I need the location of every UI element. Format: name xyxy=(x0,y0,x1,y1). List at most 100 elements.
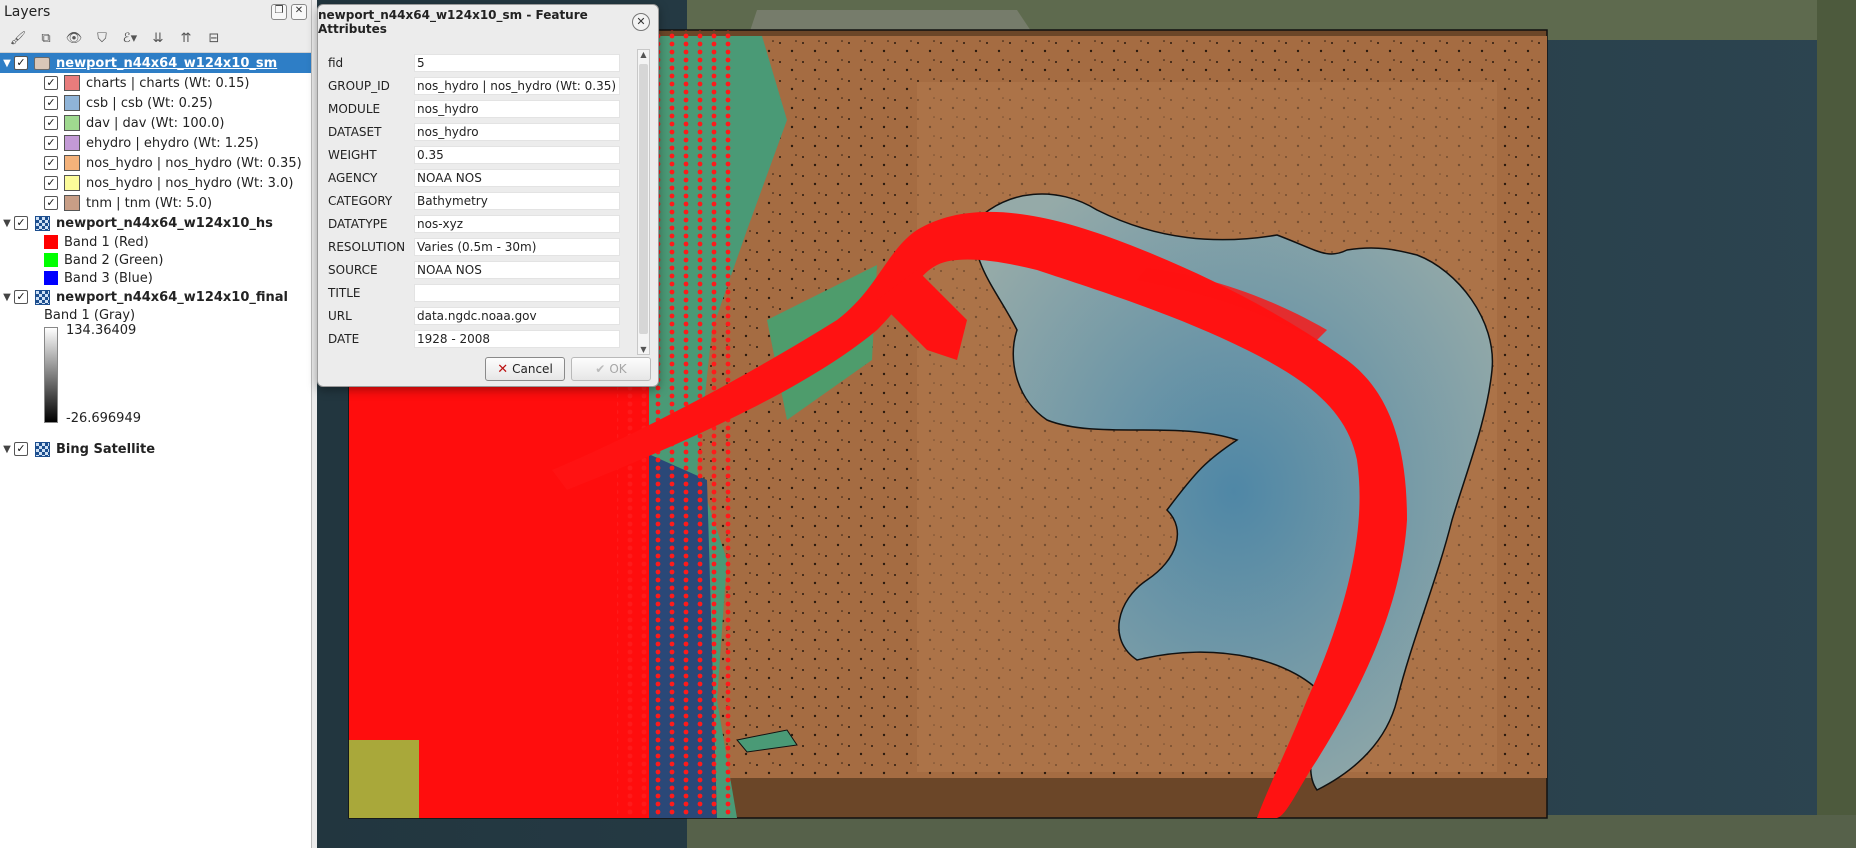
attribute-value-field[interactable]: nos_hydro | nos_hydro (Wt: 0.35) xyxy=(414,76,620,95)
attribute-value-field[interactable]: 0.35 xyxy=(414,145,620,164)
legend-item-checkbox[interactable]: ✓ xyxy=(44,196,58,210)
layer-name: Bing Satellite xyxy=(56,441,156,457)
attribute-row: DATASET nos_hydro xyxy=(328,120,628,143)
legend-item[interactable]: ✓ dav | dav (Wt: 100.0) xyxy=(0,113,311,133)
attribute-row: CATEGORY Bathymetry xyxy=(328,189,628,212)
attribute-key: URL xyxy=(328,308,352,323)
scroll-down-icon[interactable]: ▼ xyxy=(638,345,649,354)
collapse-arrow-icon[interactable]: ▼ xyxy=(0,444,14,455)
band-label: Band 2 (Green) xyxy=(64,252,164,268)
band-label: Band 3 (Blue) xyxy=(64,270,153,286)
legend-item-checkbox[interactable]: ✓ xyxy=(44,96,58,110)
collapse-arrow-icon[interactable]: ▼ xyxy=(0,292,14,303)
legend-item-checkbox[interactable]: ✓ xyxy=(44,76,58,90)
legend-item-label: charts | charts (Wt: 0.15) xyxy=(86,75,250,91)
legend-item[interactable]: ✓ nos_hydro | nos_hydro (Wt: 3.0) xyxy=(0,173,311,193)
dialog-title-bar[interactable]: newport_n44x64_w124x10_sm - Feature Attr… xyxy=(318,5,658,39)
legend-item[interactable]: ✓ csb | csb (Wt: 0.25) xyxy=(0,93,311,113)
attribute-value-field[interactable]: 1928 - 2008 xyxy=(414,329,620,348)
layers-panel: Layers ❐ ✕ 🖌 ⧉ 👁 ⛉ ℰ▾ ⇊ ⇈ ⊟ ▼ ✓ newport_… xyxy=(0,0,312,848)
legend-item-checkbox[interactable]: ✓ xyxy=(44,136,58,150)
layer-row-sm[interactable]: ▼ ✓ newport_n44x64_w124x10_sm xyxy=(0,53,311,73)
legend-swatch xyxy=(64,155,80,171)
attribute-value-field[interactable]: nos_hydro xyxy=(414,122,620,141)
satellite-land-bottom xyxy=(687,815,1856,848)
layer-visibility-checkbox[interactable]: ✓ xyxy=(14,216,28,230)
legend-item[interactable]: ✓ tnm | tnm (Wt: 5.0) xyxy=(0,193,311,213)
layer-row-hs[interactable]: ▼ ✓ newport_n44x64_w124x10_hs xyxy=(0,213,311,233)
add-group-icon[interactable]: ⧉ xyxy=(36,28,56,48)
legend-swatch xyxy=(64,75,80,91)
style-brush-icon[interactable]: 🖌 xyxy=(8,28,28,48)
legend-item-label: csb | csb (Wt: 0.25) xyxy=(86,95,213,111)
legend-item-label: tnm | tnm (Wt: 5.0) xyxy=(86,195,213,211)
collapse-arrow-icon[interactable]: ▼ xyxy=(0,58,14,69)
close-panel-icon[interactable]: ✕ xyxy=(291,4,307,20)
band-swatch xyxy=(44,271,58,285)
layer-visibility-checkbox[interactable]: ✓ xyxy=(14,442,28,456)
legend-item-label: dav | dav (Wt: 100.0) xyxy=(86,115,225,131)
attribute-value-field[interactable] xyxy=(414,283,620,302)
attribute-key: AGENCY xyxy=(328,170,378,185)
gray-legend: 134.36409 -26.696949 xyxy=(0,323,311,439)
attribute-row: RESOLUTION Varies (0.5m - 30m) xyxy=(328,235,628,258)
feature-attributes-dialog: newport_n44x64_w124x10_sm - Feature Attr… xyxy=(317,4,659,387)
attribute-value-field[interactable]: NOAA NOS xyxy=(414,260,620,279)
filter-icon[interactable]: ⛉ xyxy=(92,28,112,48)
attribute-key: DATATYPE xyxy=(328,216,388,231)
filter-expression-icon[interactable]: ℰ▾ xyxy=(120,28,140,48)
attribute-row: MODULE nos_hydro xyxy=(328,97,628,120)
layer-row-bing[interactable]: ▼ ✓ Bing Satellite xyxy=(0,439,311,459)
layer-visibility-checkbox[interactable]: ✓ xyxy=(14,56,28,70)
attribute-value-field[interactable]: Bathymetry xyxy=(414,191,620,210)
attribute-value-field[interactable]: nos-xyz xyxy=(414,214,620,233)
cancel-button[interactable]: ✕ Cancel xyxy=(485,357,565,381)
layers-panel-title: Layers xyxy=(4,4,51,20)
dialog-scrollbar[interactable]: ▲ ▼ xyxy=(637,49,650,355)
collapse-arrow-icon[interactable]: ▼ xyxy=(0,218,14,229)
legend-item-checkbox[interactable]: ✓ xyxy=(44,156,58,170)
undock-icon[interactable]: ❐ xyxy=(271,4,287,20)
satellite-land-right xyxy=(1817,0,1856,848)
scroll-up-icon[interactable]: ▲ xyxy=(638,50,649,59)
ok-check-icon: ✔ xyxy=(595,362,606,376)
remove-layer-icon[interactable]: ⊟ xyxy=(204,28,224,48)
layer-visibility-checkbox[interactable]: ✓ xyxy=(14,290,28,304)
collapse-all-icon[interactable]: ⇈ xyxy=(176,28,196,48)
legend-swatch xyxy=(64,115,80,131)
attribute-key: CATEGORY xyxy=(328,193,393,208)
attribute-key: MODULE xyxy=(328,101,381,116)
layers-toolbar: 🖌 ⧉ 👁 ⛉ ℰ▾ ⇊ ⇈ ⊟ xyxy=(0,24,311,53)
legend-item[interactable]: ✓ charts | charts (Wt: 0.15) xyxy=(0,73,311,93)
band-gray-label: Band 1 (Gray) xyxy=(44,307,136,323)
legend-item-checkbox[interactable]: ✓ xyxy=(44,176,58,190)
ok-button[interactable]: ✔ OK xyxy=(571,357,651,381)
legend-item[interactable]: ✓ ehydro | ehydro (Wt: 1.25) xyxy=(0,133,311,153)
scrollbar-thumb[interactable] xyxy=(639,64,648,334)
legend-item-checkbox[interactable]: ✓ xyxy=(44,116,58,130)
attribute-key: fid xyxy=(328,55,344,70)
gray-color-ramp xyxy=(44,327,58,423)
expand-all-icon[interactable]: ⇊ xyxy=(148,28,168,48)
band-label: Band 1 (Red) xyxy=(64,234,149,250)
attribute-row: AGENCY NOAA NOS xyxy=(328,166,628,189)
attribute-row: TITLE xyxy=(328,281,628,304)
attribute-row: GROUP_ID nos_hydro | nos_hydro (Wt: 0.35) xyxy=(328,74,628,97)
layer-row-final[interactable]: ▼ ✓ newport_n44x64_w124x10_final xyxy=(0,287,311,307)
legend-item-label: nos_hydro | nos_hydro (Wt: 0.35) xyxy=(86,155,302,171)
attribute-value-field[interactable]: data.ngdc.noaa.gov xyxy=(414,306,620,325)
attribute-value-field[interactable]: NOAA NOS xyxy=(414,168,620,187)
attribute-value-field[interactable]: Varies (0.5m - 30m) xyxy=(414,237,620,256)
raster-layer-icon xyxy=(34,441,50,457)
attribute-key: WEIGHT xyxy=(328,147,377,162)
legend-item[interactable]: ✓ nos_hydro | nos_hydro (Wt: 0.35) xyxy=(0,153,311,173)
close-icon[interactable]: ✕ xyxy=(632,13,650,31)
attribute-value-field[interactable]: 5 xyxy=(414,53,620,72)
attribute-value-field[interactable]: nos_hydro xyxy=(414,99,620,118)
dialog-title: newport_n44x64_w124x10_sm - Feature Attr… xyxy=(318,8,588,36)
ok-button-label: OK xyxy=(609,362,627,376)
polygon-layer-icon xyxy=(34,56,50,70)
band-swatch xyxy=(44,253,58,267)
visibility-eye-icon[interactable]: 👁 xyxy=(64,28,84,48)
attribute-key: TITLE xyxy=(328,285,361,300)
